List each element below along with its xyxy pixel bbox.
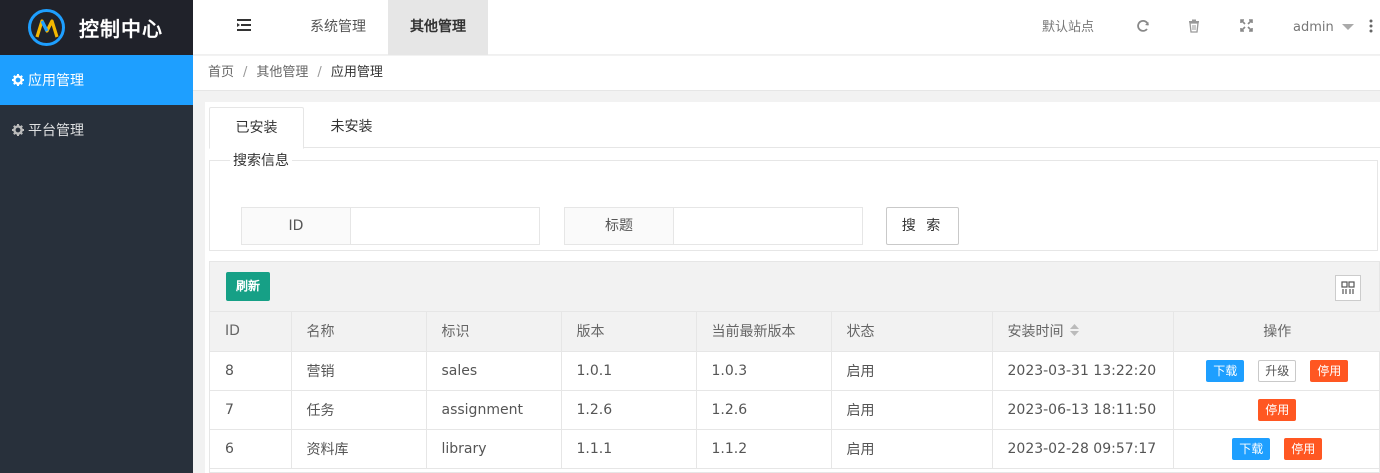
col-install-time-label: 安装时间 — [1007, 324, 1064, 341]
breadcrumb-home[interactable]: 首页 — [208, 65, 234, 80]
tab-installed[interactable]: 已安装 — [209, 107, 304, 149]
more-vertical-icon[interactable] — [1369, 19, 1375, 35]
cell-status: 启用 — [831, 429, 993, 469]
tab-system-management[interactable]: 系统管理 — [288, 0, 388, 55]
title-field: 标题 — [564, 207, 863, 245]
title-input[interactable] — [674, 208, 862, 244]
menu-toggle-icon[interactable] — [237, 19, 251, 33]
col-actions: 操作 — [1173, 312, 1380, 352]
search-panel: 搜索信息 ID 标题 搜 索 — [209, 150, 1378, 251]
sidebar-item-app-management[interactable]: 应用管理 — [0, 55, 193, 105]
trash-icon[interactable] — [1188, 19, 1204, 35]
username: admin — [1293, 20, 1334, 35]
download-button[interactable]: 下载 — [1206, 359, 1245, 382]
cell-actions: 停用 — [1173, 390, 1380, 430]
top-header: 系统管理 其他管理 默认站点 admin — [193, 0, 1380, 55]
breadcrumb-separator: / — [317, 65, 322, 80]
col-latest-version: 当前最新版本 — [696, 312, 832, 352]
search-button[interactable]: 搜 索 — [886, 207, 959, 245]
cell-id: 7 — [210, 390, 292, 430]
disable-button[interactable]: 停用 — [1258, 398, 1297, 421]
main-card: 已安装 未安装 搜索信息 ID 标题 搜 索 刷新 ID 名称 标识 版本 当前… — [205, 102, 1380, 473]
cell-install-time: 2023-03-31 13:22:20 — [992, 351, 1174, 391]
sidebar: 控制中心 应用管理 平台管理 — [0, 0, 193, 473]
sidebar-item-label: 平台管理 — [28, 123, 84, 139]
app-table: ID 名称 标识 版本 当前最新版本 状态 安装时间 操作 8 营销 sales… — [210, 312, 1380, 469]
breadcrumb-other-management[interactable]: 其他管理 — [256, 65, 308, 80]
col-version: 版本 — [561, 312, 697, 352]
app-table-container: 刷新 ID 名称 标识 版本 当前最新版本 状态 安装时间 操作 8 营销 sa… — [209, 261, 1380, 473]
cell-id: 8 — [210, 351, 292, 391]
cell-latest-version: 1.2.6 — [696, 390, 832, 430]
cell-key: sales — [426, 351, 562, 391]
table-row: 8 营销 sales 1.0.1 1.0.3 启用 2023-03-31 13:… — [210, 351, 1380, 391]
table-header-row: ID 名称 标识 版本 当前最新版本 状态 安装时间 操作 — [210, 312, 1380, 352]
tab-not-installed[interactable]: 未安装 — [304, 107, 399, 148]
cell-name: 任务 — [291, 390, 427, 430]
logo[interactable]: 控制中心 — [0, 0, 193, 55]
col-key: 标识 — [426, 312, 562, 352]
cell-latest-version: 1.0.3 — [696, 351, 832, 391]
cell-name: 营销 — [291, 351, 427, 391]
gear-icon — [12, 124, 24, 136]
table-row: 7 任务 assignment 1.2.6 1.2.6 启用 2023-06-1… — [210, 390, 1380, 430]
default-site-link[interactable]: 默认站点 — [1042, 0, 1094, 55]
breadcrumb: 首页 / 其他管理 / 应用管理 — [193, 56, 1380, 91]
table-toolbar: 刷新 — [210, 262, 1379, 312]
cell-install-time: 2023-02-28 09:57:17 — [992, 429, 1174, 469]
disable-button[interactable]: 停用 — [1310, 359, 1349, 382]
cell-actions: 下载 停用 — [1173, 429, 1380, 469]
sort-icon[interactable] — [1069, 324, 1079, 340]
upgrade-button[interactable]: 升级 — [1258, 359, 1297, 382]
table-row: 6 资料库 library 1.1.1 1.1.2 启用 2023-02-28 … — [210, 429, 1380, 469]
col-name: 名称 — [291, 312, 427, 352]
breadcrumb-current: 应用管理 — [330, 65, 383, 80]
cell-actions: 下载 升级 停用 — [1173, 351, 1380, 391]
col-status: 状态 — [831, 312, 993, 352]
refresh-button[interactable]: 刷新 — [226, 272, 270, 301]
cell-install-time: 2023-06-13 18:11:50 — [992, 390, 1174, 430]
refresh-icon[interactable] — [1136, 19, 1152, 35]
id-field-label: ID — [242, 208, 351, 244]
caret-down-icon — [1341, 0, 1354, 55]
user-menu[interactable]: admin — [1293, 0, 1354, 55]
cell-version: 1.0.1 — [561, 351, 697, 391]
disable-button[interactable]: 停用 — [1284, 437, 1323, 460]
download-button[interactable]: 下载 — [1232, 437, 1271, 460]
breadcrumb-separator: / — [243, 65, 248, 80]
cell-name: 资料库 — [291, 429, 427, 469]
col-id: ID — [210, 312, 292, 352]
logo-icon — [28, 9, 65, 46]
app-title: 控制中心 — [79, 17, 163, 41]
cell-status: 启用 — [831, 351, 993, 391]
gear-icon — [12, 74, 24, 86]
sidebar-item-label: 应用管理 — [28, 73, 84, 89]
title-field-label: 标题 — [565, 208, 674, 244]
tab-other-management[interactable]: 其他管理 — [388, 0, 488, 55]
col-install-time[interactable]: 安装时间 — [992, 312, 1174, 352]
cell-key: assignment — [426, 390, 562, 430]
sidebar-item-platform-management[interactable]: 平台管理 — [0, 105, 193, 155]
cell-status: 启用 — [831, 390, 993, 430]
id-field: ID — [241, 207, 540, 245]
cell-version: 1.2.6 — [561, 390, 697, 430]
content-tabs: 已安装 未安装 — [209, 107, 1380, 149]
columns-filter-icon[interactable] — [1335, 275, 1361, 301]
cell-key: library — [426, 429, 562, 469]
search-legend: 搜索信息 — [233, 153, 289, 169]
fullscreen-icon[interactable] — [1240, 19, 1256, 35]
id-input[interactable] — [351, 208, 539, 244]
cell-id: 6 — [210, 429, 292, 469]
cell-latest-version: 1.1.2 — [696, 429, 832, 469]
cell-version: 1.1.1 — [561, 429, 697, 469]
